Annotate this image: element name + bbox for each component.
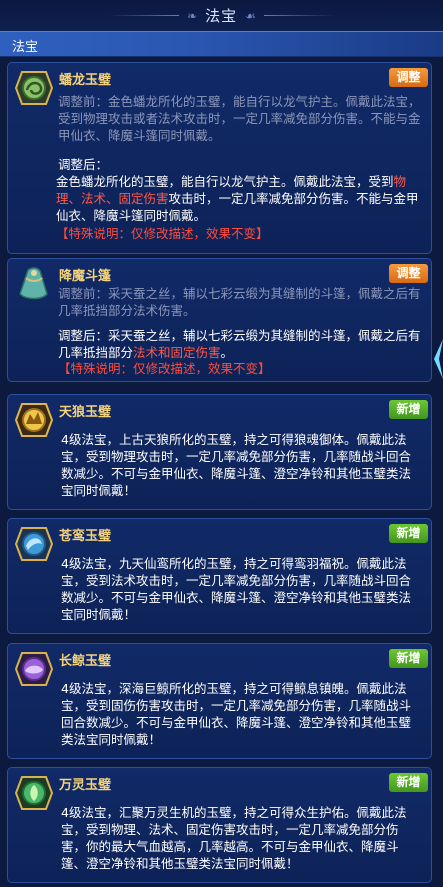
top-header: ❧ 法宝 ☙ — [0, 0, 443, 31]
item-description: 4级法宝，上古天狼所化的玉璧，持之可得狼魂御体。佩戴此法宝，受到物理攻击时，一定… — [61, 432, 412, 498]
item-description: 4级法宝，汇聚万灵生机的玉璧，持之可得众生护佑。佩戴此法宝，受到物理、法术、固定… — [61, 805, 407, 871]
before-text: 金色蟠龙所化的玉璧，能自行以龙气护主。佩戴此法宝，受到物理攻击或者法术攻击时，一… — [58, 94, 421, 143]
section-label: 法宝 — [12, 40, 39, 55]
new-badge: 新增 — [389, 773, 428, 792]
item-card-cangluan: 苍鸾玉璧 新增 4级法宝，九天仙鸾所化的玉璧，持之可得鸾羽福祝。佩戴此法宝，受到… — [7, 518, 432, 634]
section-bar: 法宝 — [0, 31, 443, 57]
adjust-badge: 调整 — [389, 264, 428, 283]
item-name: 蟠龙玉璧 — [59, 73, 112, 88]
item-description: 4级法宝，九天仙鸾所化的玉璧，持之可得鸾羽福祝。佩戴此法宝，受到法术攻击时，一定… — [61, 556, 412, 622]
after-label: 调整后： — [58, 157, 109, 172]
jade-disc-whale-icon — [14, 652, 54, 686]
jade-disc-wolf-icon — [14, 403, 54, 437]
page-title: 法宝 — [205, 7, 238, 25]
before-text: 采天蚕之丝，辅以七彩云缎为其缝制的斗篷，佩戴之后有几率抵挡部分法术伤害。 — [58, 286, 421, 318]
header-ornament-left-icon: ❧ — [187, 8, 198, 23]
jade-disc-life-icon — [14, 776, 54, 810]
after-label: 调整后： — [58, 328, 109, 343]
header-ornament-right-icon: ☙ — [245, 8, 256, 23]
adjust-badge: 调整 — [389, 68, 428, 87]
item-card-tianlang: 天狼玉璧 新增 4级法宝，上古天狼所化的玉璧，持之可得狼魂御体。佩戴此法宝，受到… — [7, 394, 432, 510]
before-description: 调整前：采天蚕之丝，辅以七彩云缎为其缝制的斗篷，佩戴之后有几率抵挡部分法术伤害。 — [58, 285, 423, 319]
before-description: 调整前：金色蟠龙所化的玉璧，能自行以龙气护主。佩戴此法宝，受到物理攻击或者法术攻… — [58, 93, 423, 144]
special-note: 【特殊说明：仅修改描述，效果不变】 — [58, 361, 271, 376]
header-ornament-right — [263, 15, 334, 16]
cloak-icon — [19, 267, 48, 300]
new-badge: 新增 — [389, 649, 428, 668]
special-note: 【特殊说明：仅修改描述，效果不变】 — [56, 226, 269, 241]
side-arrow-icon — [434, 339, 443, 379]
item-name: 长鲸玉璧 — [59, 654, 112, 669]
jade-disc-dragon-icon — [14, 71, 54, 105]
after-text-pre: 采天蚕之丝，辅以七彩云缎为其缝制的斗篷，佩戴之后有几率抵挡部分 — [58, 328, 421, 360]
item-card-changjing: 长鲸玉璧 新增 4级法宝，深海巨鲸所化的玉璧，持之可得鲸息镇魄。佩戴此法宝，受到… — [7, 643, 432, 759]
item-description: 4级法宝，深海巨鲸所化的玉璧，持之可得鲸息镇魄。佩戴此法宝，受到固伤伤害攻击时，… — [61, 681, 412, 747]
after-text-pre: 金色蟠龙所化的玉璧，能自行以龙气护主。佩戴此法宝，受到 — [56, 174, 394, 189]
before-label: 调整前： — [58, 286, 109, 301]
item-card-xiangmo: 降魔斗篷 调整 调整前：采天蚕之丝，辅以七彩云缎为其缝制的斗篷，佩戴之后有几率抵… — [7, 258, 432, 382]
after-text-post: 。 — [220, 345, 234, 360]
item-name: 降魔斗篷 — [59, 269, 112, 284]
new-badge: 新增 — [389, 524, 428, 543]
item-card-wanling: 万灵玉璧 新增 4级法宝，汇聚万灵生机的玉璧，持之可得众生护佑。佩戴此法宝，受到… — [7, 767, 432, 883]
after-description: 金色蟠龙所化的玉璧，能自行以龙气护主。佩戴此法宝，受到物理、法术、固定伤害攻击时… — [56, 173, 423, 224]
item-name: 天狼玉璧 — [59, 405, 112, 420]
item-name: 万灵玉璧 — [59, 778, 112, 793]
after-text-highlight: 法术和固定伤害 — [133, 345, 221, 360]
item-card-panlong: 蟠龙玉璧 调整 调整前：金色蟠龙所化的玉璧，能自行以龙气护主。佩戴此法宝，受到物… — [7, 62, 432, 254]
before-label: 调整前： — [58, 94, 109, 109]
header-ornament-left — [109, 15, 180, 16]
new-badge: 新增 — [389, 400, 428, 419]
item-name: 苍鸾玉璧 — [59, 529, 112, 544]
jade-disc-phoenix-icon — [14, 527, 54, 561]
after-description: 调整后：采天蚕之丝，辅以七彩云缎为其缝制的斗篷，佩戴之后有几率抵挡部分法术和固定… — [58, 327, 423, 361]
